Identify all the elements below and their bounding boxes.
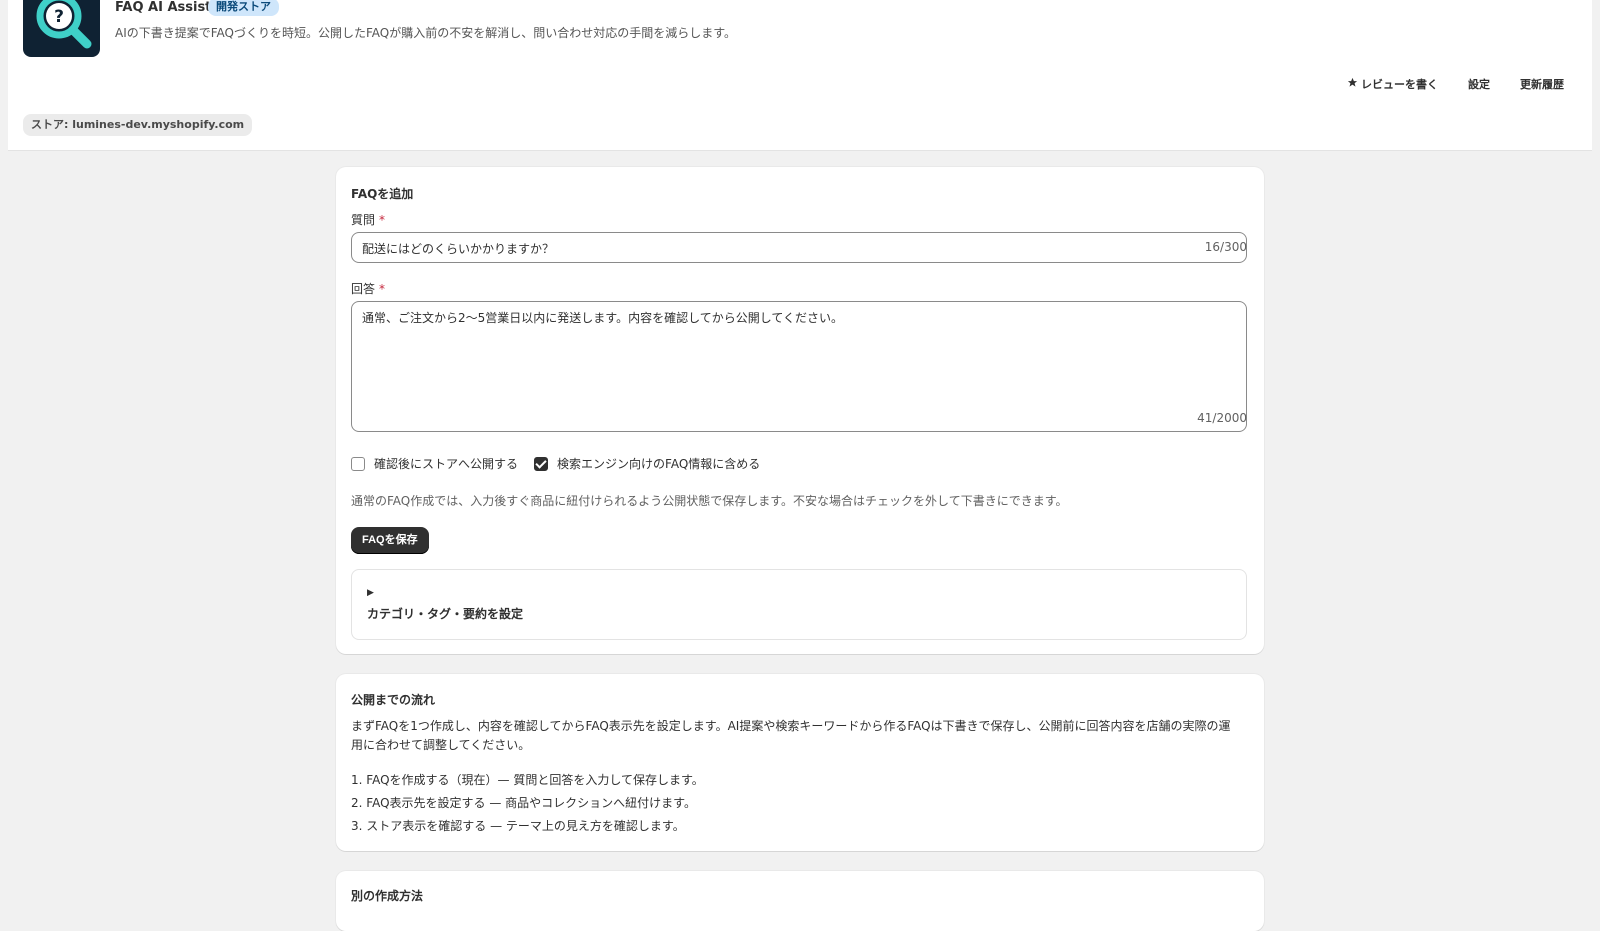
changelog-link[interactable]: 更新履歴 <box>1520 76 1564 92</box>
question-char-counter: 16/300 <box>1204 240 1247 254</box>
publish-flow-card: 公開までの流れ まずFAQを1つ作成し、内容を確認してからFAQ表示先を設定しま… <box>336 674 1264 851</box>
disclosure-label: カテゴリ・タグ・要約を設定 <box>367 607 524 621</box>
help-text: 通常のFAQ作成では、入力後すぐ商品に紐付けられるよう公開状態で保存します。不安… <box>351 494 1068 508</box>
question-input[interactable]: 配送にはどのくらいかかりますか？ <box>351 232 1247 263</box>
star-icon <box>1347 77 1358 91</box>
publish-checkbox[interactable]: 確認後にストアへ公開する <box>351 455 518 472</box>
settings-link[interactable]: 設定 <box>1468 76 1490 92</box>
faq-add-title: FAQを追加 <box>351 187 414 201</box>
publish-checkbox-box[interactable] <box>351 456 365 471</box>
answer-char-counter: 41/2000 <box>1197 411 1247 425</box>
flow-step: 1. FAQを作成する（現在）— 質問と回答を入力して保存します。 <box>351 773 704 787</box>
header-actions: レビューを書く 設定 更新履歴 <box>1347 76 1564 92</box>
app-header: ? FAQ AI Assist 開発ストア AIの下書き提案でFAQづくりを時短… <box>8 0 1592 151</box>
seo-checkbox-box[interactable] <box>534 456 549 471</box>
answer-label-text: 回答 <box>351 282 376 296</box>
dev-store-badge: 開発ストア <box>208 0 279 16</box>
store-domain-chip: ストア: lumines-dev.myshopify.com <box>23 114 253 136</box>
seo-checkbox-label: 検索エンジン向けのFAQ情報に含める <box>557 457 761 471</box>
svg-text:?: ? <box>54 7 64 27</box>
flow-description: まずFAQを1つ作成し、内容を確認してからFAQ表示先を設定します。AI提案や検… <box>351 719 1231 752</box>
other-methods-title: 別の作成方法 <box>351 889 424 903</box>
other-methods-card: 別の作成方法 <box>336 871 1264 931</box>
seo-checkbox[interactable]: 検索エンジン向けのFAQ情報に含める <box>534 455 760 472</box>
app-name: FAQ AI Assist <box>115 0 212 15</box>
flow-step: 2. FAQ表示先を設定する — 商品やコレクションへ紐付けます。 <box>351 796 696 810</box>
required-mark: * <box>379 213 386 227</box>
question-label: 質問 * <box>351 211 385 228</box>
faq-add-card: FAQを追加 質問 * 配送にはどのくらいかかりますか？ 16/300 回答 * 通… <box>336 167 1264 654</box>
disclosure-arrow-icon: ▶ <box>367 588 374 598</box>
publish-checkbox-label: 確認後にストアへ公開する <box>374 457 519 471</box>
answer-textarea[interactable]: 通常、ご注文から2〜5営業日以内に発送します。内容を確認してから公開してください… <box>351 301 1247 432</box>
save-faq-button[interactable]: FAQを保存 <box>351 527 429 554</box>
write-review-label: レビューを書く <box>1361 78 1438 91</box>
answer-label: 回答 * <box>351 280 385 297</box>
app-logo-icon: ? <box>23 0 100 57</box>
question-label-text: 質問 <box>351 213 376 227</box>
app-description: AIの下書き提案でFAQづくりを時短。公開したFAQが購入前の不安を解消し、問い… <box>115 26 737 40</box>
flow-title: 公開までの流れ <box>351 693 436 707</box>
required-mark: * <box>379 282 386 296</box>
flow-step: 3. ストア表示を確認する — テーマ上の見え方を確認します。 <box>351 819 685 833</box>
options-row: 確認後にストアへ公開する 検索エンジン向けのFAQ情報に含める <box>351 455 776 472</box>
flow-steps: 1. FAQを作成する（現在）— 質問と回答を入力して保存します。 2. FAQ… <box>351 769 704 838</box>
category-settings-disclosure[interactable]: ▶ カテゴリ・タグ・要約を設定 <box>351 569 1247 640</box>
write-review-link[interactable]: レビューを書く <box>1347 76 1438 92</box>
